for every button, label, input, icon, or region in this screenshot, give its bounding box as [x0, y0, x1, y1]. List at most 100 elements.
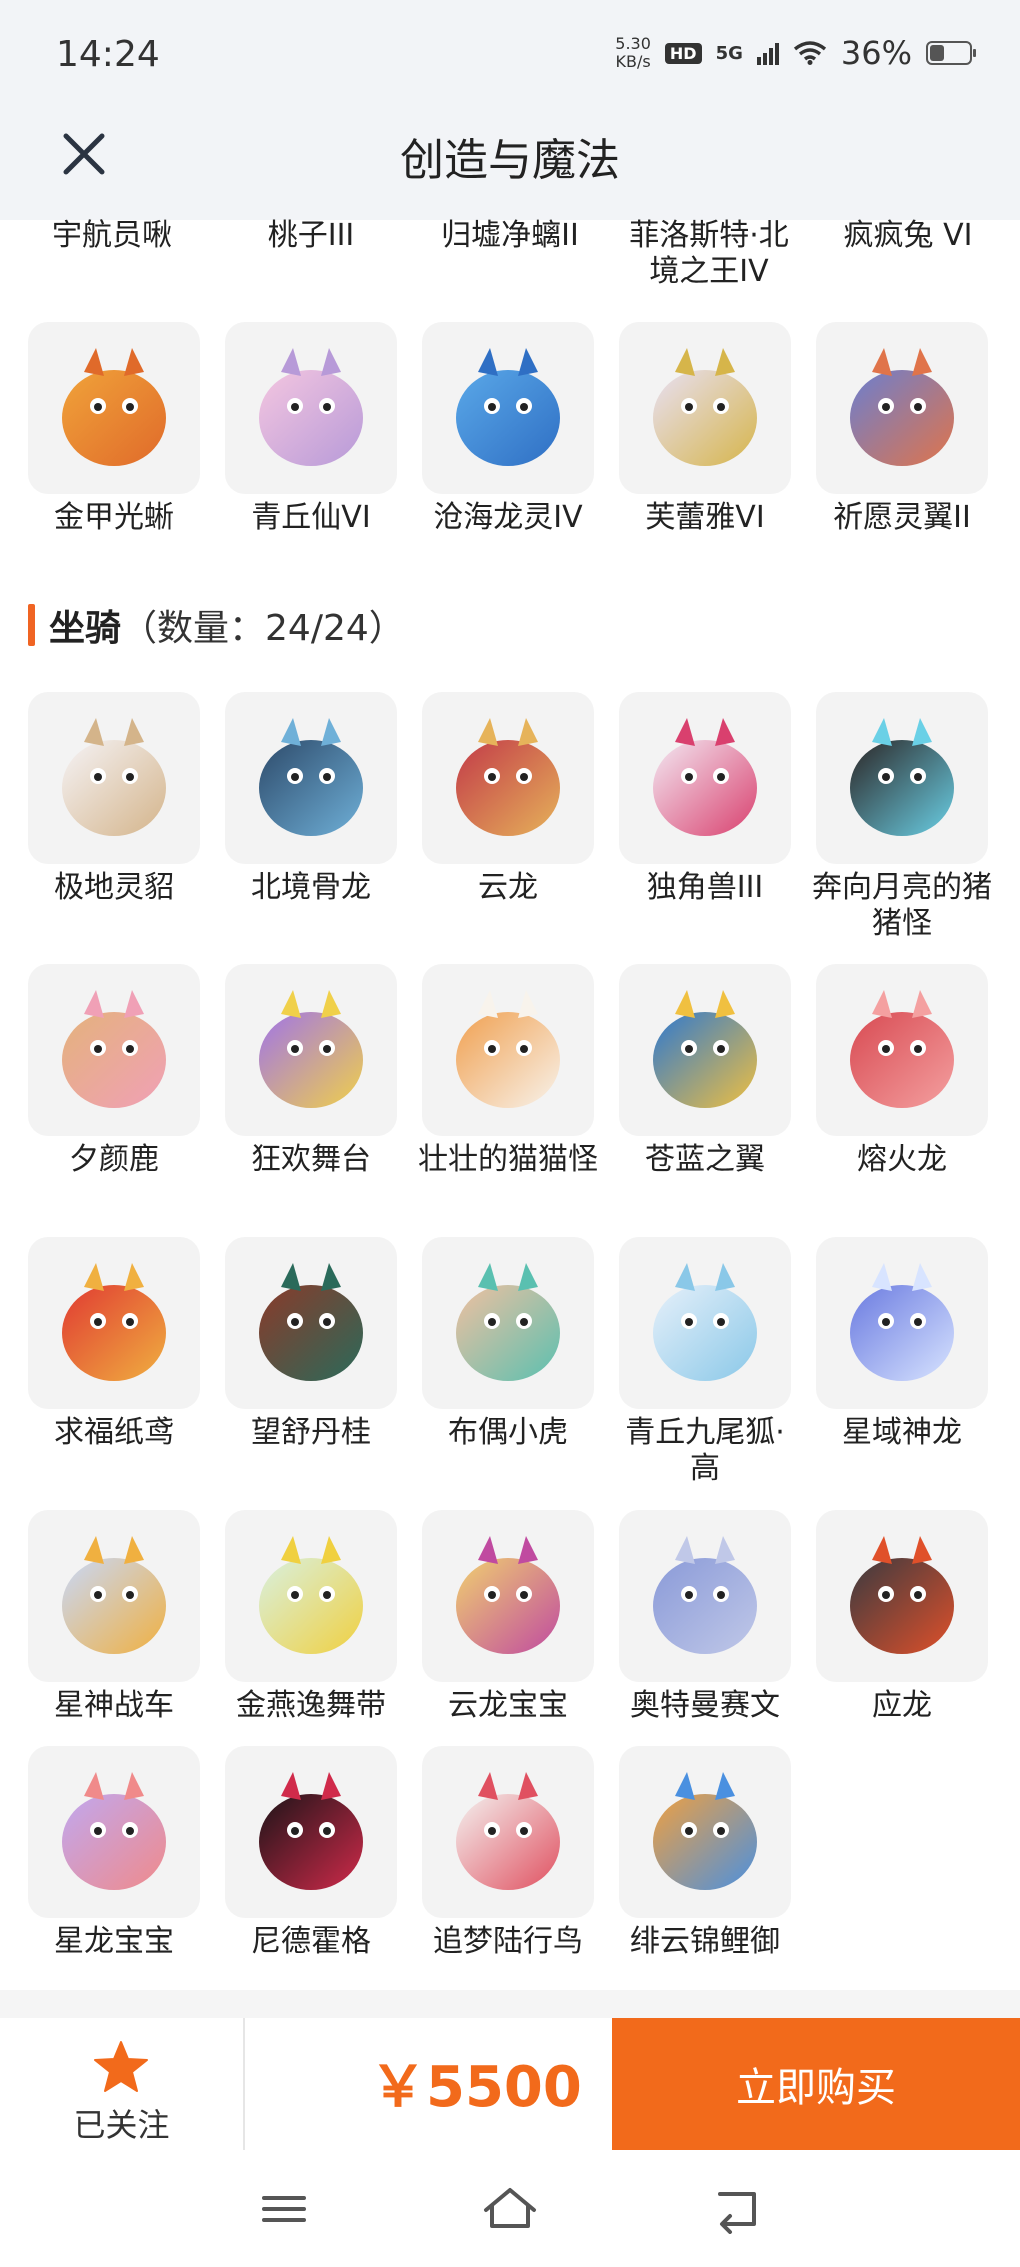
item-thumbnail[interactable]: [422, 322, 594, 494]
grid-item[interactable]: 星神战车: [28, 1510, 200, 1724]
grid-item[interactable]: 奥特曼赛文: [619, 1510, 791, 1724]
grid-item[interactable]: 祈愿灵翼II: [816, 322, 988, 536]
item-thumbnail[interactable]: [422, 964, 594, 1136]
bottom-divider: [0, 1990, 1020, 2020]
grid-item[interactable]: 金甲光蜥: [28, 322, 200, 536]
item-label: 狂欢舞台: [251, 1142, 371, 1177]
baby-cloud-dragon-icon: [456, 1536, 560, 1654]
grid-item[interactable]: 星龙宝宝: [28, 1746, 200, 1960]
item-thumbnail[interactable]: [816, 692, 988, 864]
item-thumbnail[interactable]: [816, 322, 988, 494]
item-thumbnail[interactable]: [619, 322, 791, 494]
section-title: 坐骑: [49, 608, 122, 649]
item-thumbnail[interactable]: [619, 692, 791, 864]
grid-item[interactable]: 应龙: [816, 1510, 988, 1724]
item-thumbnail[interactable]: [225, 322, 397, 494]
divider: [243, 2018, 245, 2150]
network-speed: 5.30 KB/s: [615, 34, 651, 71]
item-label: 芙蕾雅VI: [645, 500, 765, 535]
grid-item[interactable]: 极地灵貂: [28, 692, 200, 906]
follow-button[interactable]: 已关注: [0, 2018, 243, 2150]
item-label: 应龙: [872, 1688, 932, 1723]
item-thumbnail[interactable]: [816, 1510, 988, 1682]
item-label: 桃子III: [267, 218, 355, 253]
grid-item[interactable]: 追梦陆行鸟: [422, 1746, 594, 1960]
home-icon[interactable]: [480, 2184, 540, 2234]
grid-item[interactable]: 熔火龙: [816, 964, 988, 1178]
item-thumbnail[interactable]: [28, 1510, 200, 1682]
grid-item[interactable]: 壮壮的猫猫怪: [418, 964, 598, 1178]
item-thumbnail[interactable]: [225, 964, 397, 1136]
grid-item[interactable]: 芙蕾雅VI: [619, 322, 791, 536]
grid-item[interactable]: 独角兽III: [619, 692, 791, 906]
item-thumbnail[interactable]: [28, 1746, 200, 1918]
golden-lizard-icon: [62, 348, 166, 466]
item-label: 宇航员啾: [52, 218, 172, 253]
grid-item[interactable]: 云龙宝宝: [422, 1510, 594, 1724]
grid-item[interactable]: 绯云锦鲤御: [619, 1746, 791, 1960]
grid-item[interactable]: 沧海龙灵IV: [422, 322, 594, 536]
swallow-ribbon-icon: [259, 1536, 363, 1654]
grid-item[interactable]: 金燕逸舞带: [225, 1510, 397, 1724]
cat-icon: [456, 990, 560, 1108]
swing-icon: [259, 1263, 363, 1381]
cloud-dragon-icon: [456, 718, 560, 836]
item-thumbnail[interactable]: [225, 1746, 397, 1918]
item-thumbnail[interactable]: [225, 1237, 397, 1409]
item-thumbnail[interactable]: [422, 1510, 594, 1682]
item-thumbnail[interactable]: [816, 1237, 988, 1409]
grid-item[interactable]: 奔向月亮的猪猪怪: [812, 692, 992, 942]
item-thumbnail[interactable]: [422, 692, 594, 864]
hd-icon: HD: [664, 42, 702, 64]
grid-item[interactable]: 求福纸鸢: [28, 1237, 200, 1451]
item-thumbnail[interactable]: [28, 692, 200, 864]
freya-icon: [653, 348, 757, 466]
grid-item[interactable]: 狂欢舞台: [225, 964, 397, 1178]
grid-item[interactable]: 星域神龙: [816, 1237, 988, 1451]
page-title: 创造与魔法: [400, 135, 620, 186]
app-header: 创造与魔法: [0, 110, 1020, 220]
item-thumbnail[interactable]: [619, 1237, 791, 1409]
menu-icon[interactable]: [254, 2184, 314, 2234]
item-label: 望舒丹桂: [251, 1415, 371, 1450]
grid-item[interactable]: 苍蓝之翼: [619, 964, 791, 1178]
battery-icon: [926, 41, 976, 65]
grid-item[interactable]: 布偶小虎: [422, 1237, 594, 1451]
item-thumbnail[interactable]: [619, 1510, 791, 1682]
grid-item[interactable]: 青丘九尾狐·高: [619, 1237, 791, 1487]
back-icon[interactable]: [706, 2184, 766, 2234]
item-thumbnail[interactable]: [422, 1237, 594, 1409]
ying-dragon-icon: [850, 1536, 954, 1654]
item-thumbnail[interactable]: [225, 1510, 397, 1682]
griffin-icon: [850, 348, 954, 466]
grid-item[interactable]: 北境骨龙: [225, 692, 397, 906]
network-type: 5G: [715, 42, 743, 64]
item-label: 极地灵貂: [54, 870, 174, 905]
item-label: 奥特曼赛文: [630, 1688, 780, 1723]
item-label: 星域神龙: [842, 1415, 962, 1450]
buy-now-button[interactable]: 立即购买: [612, 2018, 1020, 2150]
item-thumbnail[interactable]: [28, 322, 200, 494]
grid-item[interactable]: 望舒丹桂: [225, 1237, 397, 1451]
item-thumbnail[interactable]: [28, 964, 200, 1136]
koi-icon: [653, 1772, 757, 1890]
item-thumbnail[interactable]: [28, 1237, 200, 1409]
section-accent-bar: [28, 604, 35, 646]
grid-item[interactable]: 青丘仙VI: [225, 322, 397, 536]
item-thumbnail[interactable]: [422, 1746, 594, 1918]
item-label: 归墟净螭II: [441, 218, 579, 253]
item-label: 夕颜鹿: [69, 1142, 159, 1177]
item-thumbnail[interactable]: [619, 964, 791, 1136]
chocobo-icon: [456, 1772, 560, 1890]
item-thumbnail[interactable]: [225, 692, 397, 864]
item-label: 疯疯兔 VI: [843, 218, 973, 253]
item-label: 星神战车: [54, 1688, 174, 1723]
star-chariot-icon: [62, 1536, 166, 1654]
grid-item[interactable]: 云龙: [422, 692, 594, 906]
item-thumbnail[interactable]: [619, 1746, 791, 1918]
item-label: 祈愿灵翼II: [833, 500, 971, 535]
grid-item[interactable]: 夕颜鹿: [28, 964, 200, 1178]
item-thumbnail[interactable]: [816, 964, 988, 1136]
nine-tail-fox-icon: [653, 1263, 757, 1381]
grid-item[interactable]: 尼德霍格: [225, 1746, 397, 1960]
